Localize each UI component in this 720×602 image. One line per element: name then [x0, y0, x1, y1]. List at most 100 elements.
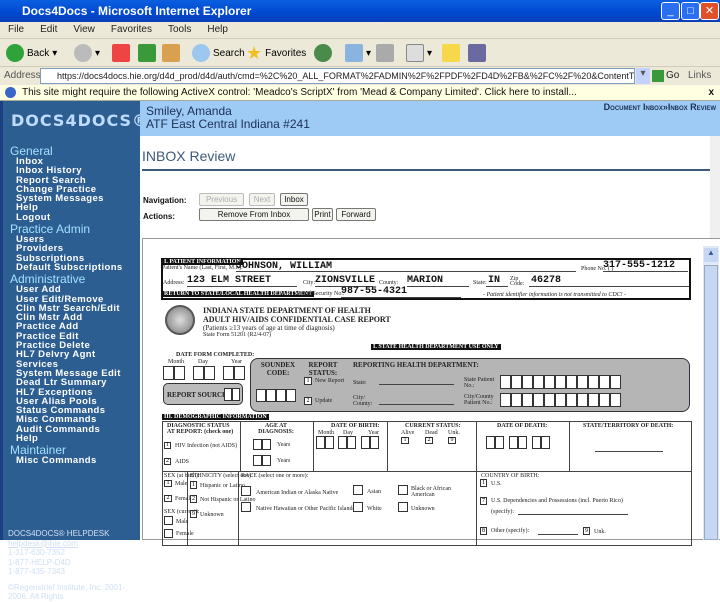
- sidebar-item[interactable]: Logout: [6, 212, 123, 222]
- links-button[interactable]: Links: [688, 70, 711, 81]
- document-viewer[interactable]: I. PATIENT INFORMATION Patient's Name (La…: [142, 238, 720, 546]
- notes-button[interactable]: [442, 43, 460, 63]
- form-digit-box: [577, 375, 588, 389]
- go-button[interactable]: Go: [666, 70, 679, 81]
- form-digit-box: [577, 393, 588, 407]
- home-button[interactable]: [162, 43, 180, 63]
- sidebar-item[interactable]: Help: [6, 434, 123, 444]
- form-label: AIDS: [175, 459, 190, 465]
- form-digit-box: [532, 436, 541, 449]
- state-seal-logo: [165, 305, 195, 335]
- practice-name: ATF East Central Indiana #241: [146, 117, 310, 131]
- form-label: Male: [175, 481, 188, 487]
- form-label: Day: [198, 359, 208, 365]
- maximize-button[interactable]: □: [681, 2, 700, 20]
- page-scrollbar[interactable]: [710, 136, 720, 238]
- infobar-close-button[interactable]: x: [708, 87, 714, 98]
- form-digit-box: [610, 393, 621, 407]
- form-label: State:: [473, 280, 487, 286]
- form-label: Female: [176, 531, 194, 537]
- print-button[interactable]: Print: [312, 208, 333, 221]
- info-bar[interactable]: This site might require the following Ac…: [0, 85, 720, 101]
- breadcrumb[interactable]: Document Inbox»Inbox Review: [604, 102, 716, 112]
- form-digit-box: [544, 393, 555, 407]
- back-arrow-icon: [6, 44, 24, 62]
- address-bar: Address https://docs4docs.hie.org/d4d_pr…: [0, 67, 720, 85]
- form-label: State Patient No.:: [464, 377, 495, 389]
- remove-from-inbox-button[interactable]: Remove From Inbox: [199, 208, 309, 221]
- scrollbar-thumb[interactable]: [704, 265, 718, 540]
- form-label: City/County Patient No.:: [464, 394, 494, 406]
- unk-country-checkbox: 9: [583, 527, 590, 535]
- form-digit-box: [541, 436, 550, 449]
- sidebar: DOCS4DOCS® General Inbox Inbox History Repo…: [0, 101, 148, 601]
- form-label: Unk.: [448, 430, 460, 436]
- aids-checkbox: 2: [164, 458, 171, 465]
- print-toolbar-button[interactable]: [376, 43, 394, 63]
- inbox-button[interactable]: Inbox: [280, 193, 308, 206]
- form-label: Unk.: [594, 529, 606, 535]
- form-digit-box: [370, 436, 379, 449]
- form-divider: [313, 421, 314, 471]
- form-label: New Report: [315, 378, 345, 384]
- edit-button[interactable]: ▾: [406, 43, 432, 63]
- favorites-label: Favorites: [265, 47, 307, 59]
- section-header: I. STATE HEALTH DEPARTMENT USE ONLY: [371, 344, 501, 350]
- next-button[interactable]: Next: [249, 193, 275, 206]
- form-label: U.S. Dependencies and Possessions (incl.…: [491, 498, 623, 504]
- research-button[interactable]: [468, 43, 486, 63]
- form-digit-box: [555, 375, 566, 389]
- minimize-button[interactable]: _: [661, 2, 680, 20]
- menu-edit[interactable]: Edit: [40, 24, 57, 35]
- form-divider: [387, 421, 388, 471]
- close-button[interactable]: ✕: [700, 2, 719, 20]
- report-subtitle: (Patients ≥13 years of age at time of di…: [203, 324, 335, 332]
- form-digit-box: [511, 375, 522, 389]
- menu-favorites[interactable]: Favorites: [111, 24, 152, 35]
- search-icon: [192, 44, 210, 62]
- form-label: DATE OF DEATH:: [497, 423, 548, 429]
- sidebar-nav: General Inbox Inbox History Report Search Ch…: [6, 144, 123, 466]
- form-digit-box: [338, 436, 347, 449]
- history-button[interactable]: [314, 43, 332, 63]
- previous-button[interactable]: Previous: [199, 193, 244, 206]
- form-label: Year: [231, 359, 243, 365]
- ethnicity-unknown-checkbox: 9: [190, 510, 197, 518]
- favorites-button[interactable]: ★ Favorites: [246, 43, 306, 63]
- menu-help[interactable]: Help: [207, 24, 228, 35]
- form-label: COUNTRY OF BIRTH:: [481, 473, 540, 479]
- form-label: REPORT SOURCE:: [167, 391, 230, 399]
- refresh-icon: [138, 44, 156, 62]
- stop-button[interactable]: [112, 43, 130, 63]
- unk-checkbox: 9: [448, 437, 456, 444]
- hiv-checkbox: 1: [164, 442, 171, 449]
- form-label: Asian: [367, 489, 381, 495]
- address-input[interactable]: https://docs4docs.hie.org/d4d_prod/d4d/a…: [40, 68, 635, 84]
- form-label: CURRENT STATUS:: [405, 423, 461, 429]
- window-title: Docs4Docs - Microsoft Internet Explorer: [22, 4, 252, 18]
- ssn-value: 987-55-4321: [341, 286, 408, 297]
- case-report-form: I. PATIENT INFORMATION Patient's Name (La…: [143, 239, 703, 546]
- form-line: [236, 271, 576, 272]
- form-divider: [240, 421, 241, 471]
- forward-button[interactable]: ▾: [74, 43, 100, 63]
- note-icon: [442, 44, 460, 62]
- scroll-up-button[interactable]: ▲: [704, 248, 718, 262]
- menu-file[interactable]: File: [8, 24, 24, 35]
- female-checkbox: 2: [164, 495, 172, 502]
- refresh-button[interactable]: [138, 43, 156, 63]
- menu-view[interactable]: View: [73, 24, 95, 35]
- search-button[interactable]: Search: [192, 43, 245, 63]
- form-digit-box: [266, 389, 276, 402]
- form-label: Years: [277, 458, 291, 464]
- mail-button[interactable]: ▾: [345, 43, 371, 63]
- form-label: Patient's Name (Last, First, M.I.):: [162, 265, 243, 271]
- mail-icon: [345, 44, 363, 62]
- sidebar-item[interactable]: Default Subscriptions: [6, 263, 123, 273]
- menu-tools[interactable]: Tools: [168, 24, 191, 35]
- back-button[interactable]: Back ▾: [6, 43, 57, 63]
- navigation-label: Navigation:: [143, 196, 187, 205]
- forward-document-button[interactable]: Forward: [336, 208, 376, 221]
- address-dropdown[interactable]: ▾: [636, 68, 650, 84]
- sidebar-item[interactable]: Misc Commands: [6, 456, 123, 466]
